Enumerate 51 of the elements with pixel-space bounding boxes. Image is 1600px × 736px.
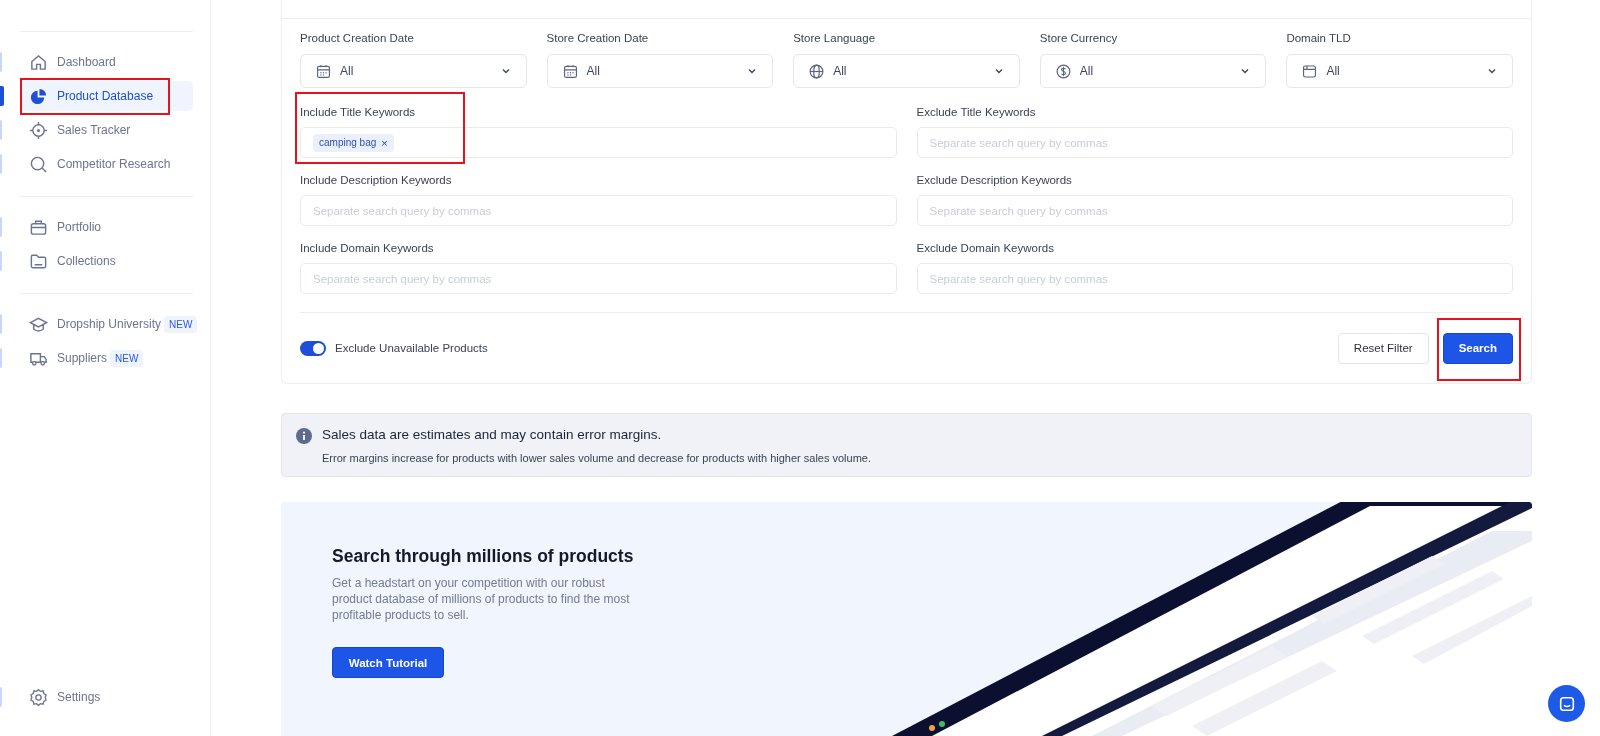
- target-icon: [29, 120, 48, 140]
- promo-title: Search through millions of products: [332, 546, 632, 567]
- field-label: Include Description Keywords: [300, 174, 453, 186]
- dropdown[interactable]: All: [546, 54, 774, 88]
- nav-item[interactable]: Settings: [21, 682, 193, 712]
- notice-text: Error margins increase for products with lower sales volume and decrease for products with higher sales volume.: [322, 452, 872, 464]
- tag-label: camping bag: [319, 137, 377, 148]
- globe-icon: [808, 62, 826, 80]
- calendar-icon: [315, 62, 332, 80]
- field-label: Domain TLD: [1286, 32, 1352, 44]
- search-icon: [29, 154, 48, 174]
- toggle-switch[interactable]: [300, 340, 326, 356]
- field-label: Store Creation Date: [546, 32, 650, 44]
- nav-item[interactable]: Product Database: [21, 81, 193, 111]
- remove-tag-button[interactable]: ×: [381, 136, 388, 149]
- keyword-field[interactable]: camping bag ×: [300, 127, 897, 158]
- search-button[interactable]: Search: [1442, 332, 1513, 364]
- field-label: Exclude Description Keywords: [916, 174, 1073, 186]
- field-label: Exclude Title Keywords: [916, 106, 1037, 118]
- field-label: Store Currency: [1039, 32, 1119, 44]
- new-badge: NEW: [164, 315, 198, 333]
- watch-tutorial-button[interactable]: Watch Tutorial: [332, 647, 444, 678]
- nav-item[interactable]: Portfolio: [21, 212, 193, 242]
- info-icon: [296, 428, 312, 444]
- nav-item[interactable]: Dashboard: [21, 47, 193, 77]
- browser-window-icon: [1301, 62, 1319, 80]
- new-badge: NEW: [110, 349, 144, 367]
- calendar-icon: [561, 62, 579, 80]
- field-label: Product Creation Date: [300, 32, 415, 44]
- nav-item[interactable]: Collections: [21, 246, 193, 276]
- dropdown[interactable]: All: [793, 54, 1020, 88]
- nav-item[interactable]: Sales Tracker: [21, 115, 193, 145]
- pie-chart-icon: [29, 86, 48, 106]
- chat-button[interactable]: [1548, 685, 1585, 722]
- field-label: Exclude Domain Keywords: [916, 242, 1055, 254]
- notice-title: Sales data are estimates and may contain error margins.: [322, 427, 663, 442]
- reset-filter-button[interactable]: Reset Filter: [1337, 332, 1429, 364]
- dropdown[interactable]: All: [300, 54, 527, 88]
- chat-icon: [1557, 694, 1576, 713]
- field-label: Include Domain Keywords: [300, 242, 435, 254]
- nav-item[interactable]: Suppliers NEW: [21, 343, 193, 373]
- dropdown[interactable]: All: [1039, 54, 1267, 88]
- toggle-label: Exclude Unavailable Products: [335, 342, 488, 354]
- field-label: Include Title Keywords: [300, 106, 417, 118]
- field-label: Store Language: [793, 32, 877, 44]
- dollar-coin-icon: [1054, 62, 1072, 80]
- nav-item[interactable]: Competitor Research: [21, 149, 193, 179]
- promo-text: Get a headstart on your competition with our robust product database of millions of products to find the most profitable products to sell.: [332, 575, 631, 623]
- dropdown[interactable]: All: [1286, 54, 1513, 88]
- settings-icon: [29, 687, 48, 707]
- home-icon: [29, 52, 48, 72]
